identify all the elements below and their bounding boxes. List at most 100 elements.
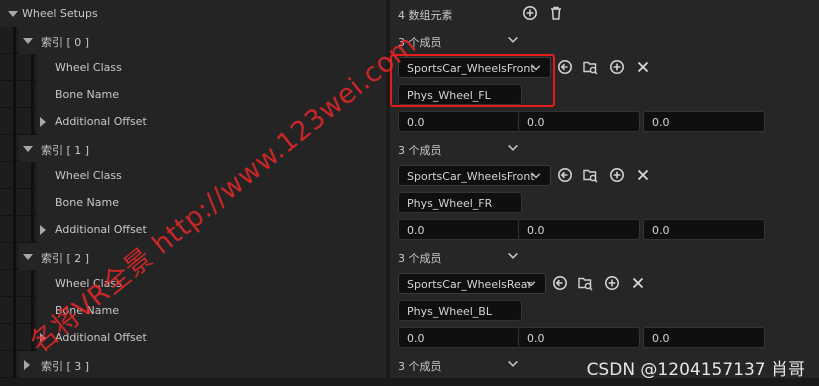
expand-offset-arrow[interactable] — [40, 117, 46, 127]
add-icon[interactable] — [609, 167, 625, 183]
wheel-class-row-value-cell: SportsCar_WheelsRear — [390, 270, 819, 297]
offset-z-input[interactable]: 0.0 — [643, 327, 765, 348]
delete-all-icon[interactable] — [548, 5, 564, 21]
indent-gutter — [13, 189, 16, 216]
expand-index-arrow[interactable] — [23, 38, 33, 44]
additional-offset-label: Additional Offset — [55, 223, 147, 236]
indent-gutter — [13, 243, 16, 270]
wheel-setups-count: 4 数组元素 — [398, 9, 453, 22]
column-splitter[interactable] — [386, 324, 390, 351]
offset-y-input[interactable]: 0.0 — [518, 111, 640, 132]
index-label: 索引 [ 3 ] — [41, 360, 90, 373]
chevron-down-icon[interactable] — [506, 33, 520, 47]
clear-icon[interactable] — [630, 275, 646, 291]
offset-y-value: 0.0 — [527, 224, 545, 237]
chevron-down-icon — [531, 173, 541, 179]
browse-icon[interactable] — [577, 275, 593, 291]
index-label: 索引 [ 0 ] — [41, 36, 90, 49]
indent-gutter — [31, 81, 34, 108]
offset-x-input[interactable]: 0.0 — [398, 327, 520, 348]
offset-x-input[interactable]: 0.0 — [398, 111, 520, 132]
add-icon[interactable] — [604, 275, 620, 291]
expand-index-arrow[interactable] — [23, 254, 33, 260]
column-splitter[interactable] — [386, 270, 390, 297]
wheel-class-label: Wheel Class — [55, 61, 122, 74]
indent-gutter — [31, 54, 34, 81]
additional-offset-row: 0.0 0.0 0.0 Additional Offset — [0, 324, 819, 351]
offset-y-value: 0.0 — [527, 332, 545, 345]
additional-offset-row-value-cell: 0.0 0.0 0.0 — [390, 324, 819, 351]
indent-gutter — [31, 108, 34, 135]
offset-x-value: 0.0 — [407, 116, 425, 129]
browse-icon[interactable] — [582, 167, 598, 183]
use-selected-icon[interactable] — [552, 275, 568, 291]
expand-index-arrow[interactable] — [23, 146, 33, 152]
indent-gutter — [31, 216, 34, 243]
clear-icon[interactable] — [635, 167, 651, 183]
offset-z-value: 0.0 — [652, 116, 670, 129]
wheel-index-row-value-cell: 3 个成员 — [390, 27, 819, 54]
indent-gutter — [13, 162, 16, 189]
bone-name-row-value-cell: Phys_Wheel_BL — [390, 297, 819, 324]
member-count: 3 个成员 — [398, 360, 442, 373]
wheel-setups-row: 4 数组元素 Wheel Setups — [0, 0, 819, 27]
offset-y-input[interactable]: 0.0 — [518, 219, 640, 240]
wheel-class-combo[interactable]: SportsCar_WheelsFront — [398, 165, 551, 186]
chevron-down-icon[interactable] — [506, 357, 520, 371]
expand-wheel-setups-arrow[interactable] — [8, 11, 18, 17]
member-count: 3 个成员 — [398, 144, 442, 157]
column-splitter[interactable] — [386, 243, 390, 270]
browse-icon[interactable] — [582, 59, 598, 75]
bone-name-row: Phys_Wheel_FR Bone Name — [0, 189, 819, 216]
indent-gutter — [13, 135, 16, 162]
offset-x-input[interactable]: 0.0 — [398, 219, 520, 240]
wheel-index-row-value-cell: 3 个成员 — [390, 135, 819, 162]
wheel-index-row-value-cell: 3 个成员 — [390, 243, 819, 270]
offset-z-value: 0.0 — [652, 224, 670, 237]
expand-index-arrow[interactable] — [24, 360, 30, 370]
column-splitter[interactable] — [386, 189, 390, 216]
bone-name-label: Bone Name — [55, 196, 119, 209]
offset-x-value: 0.0 — [407, 332, 425, 345]
member-count: 3 个成员 — [398, 252, 442, 265]
wheel-setups-label: Wheel Setups — [22, 7, 98, 20]
bone-name-row-value-cell: Phys_Wheel_FR — [390, 189, 819, 216]
additional-offset-label: Additional Offset — [55, 115, 147, 128]
indent-gutter — [13, 270, 16, 297]
bone-name-label: Bone Name — [55, 88, 119, 101]
bone-name-value: Phys_Wheel_FR — [407, 197, 493, 210]
add-element-icon[interactable] — [522, 5, 538, 21]
offset-z-input[interactable]: 0.0 — [643, 219, 765, 240]
clear-icon[interactable] — [635, 59, 651, 75]
column-splitter[interactable] — [386, 108, 390, 135]
expand-offset-arrow[interactable] — [40, 225, 46, 235]
offset-z-value: 0.0 — [652, 332, 670, 345]
wheel-class-value: SportsCar_WheelsFront — [407, 170, 535, 183]
add-icon[interactable] — [609, 59, 625, 75]
additional-offset-row: 0.0 0.0 0.0 Additional Offset — [0, 108, 819, 135]
use-selected-icon[interactable] — [557, 167, 573, 183]
column-splitter[interactable] — [386, 162, 390, 189]
credit: CSDN @1204157137 肖哥 — [586, 360, 805, 380]
offset-z-input[interactable]: 0.0 — [643, 111, 765, 132]
chevron-down-icon[interactable] — [506, 249, 520, 263]
column-splitter[interactable] — [386, 0, 390, 27]
indent-gutter — [13, 27, 16, 54]
bone-name-input[interactable]: Phys_Wheel_BL — [398, 300, 522, 321]
bone-name-row: Phys_Wheel_BL Bone Name — [0, 297, 819, 324]
indent-gutter — [13, 324, 16, 351]
use-selected-icon[interactable] — [557, 59, 573, 75]
wheel-class-combo[interactable]: SportsCar_WheelsRear — [398, 273, 546, 294]
column-splitter[interactable] — [386, 297, 390, 324]
column-splitter[interactable] — [386, 216, 390, 243]
bone-name-input[interactable]: Phys_Wheel_FR — [398, 192, 522, 213]
indent-gutter — [13, 54, 16, 81]
indent-gutter — [13, 108, 16, 135]
offset-y-input[interactable]: 0.0 — [518, 327, 640, 348]
chevron-down-icon[interactable] — [506, 141, 520, 155]
wheel-class-label: Wheel Class — [55, 169, 122, 182]
chevron-down-icon — [526, 281, 536, 287]
wheel-class-row-value-cell: SportsCar_WheelsFront — [390, 162, 819, 189]
column-splitter[interactable] — [386, 351, 390, 378]
column-splitter[interactable] — [386, 135, 390, 162]
